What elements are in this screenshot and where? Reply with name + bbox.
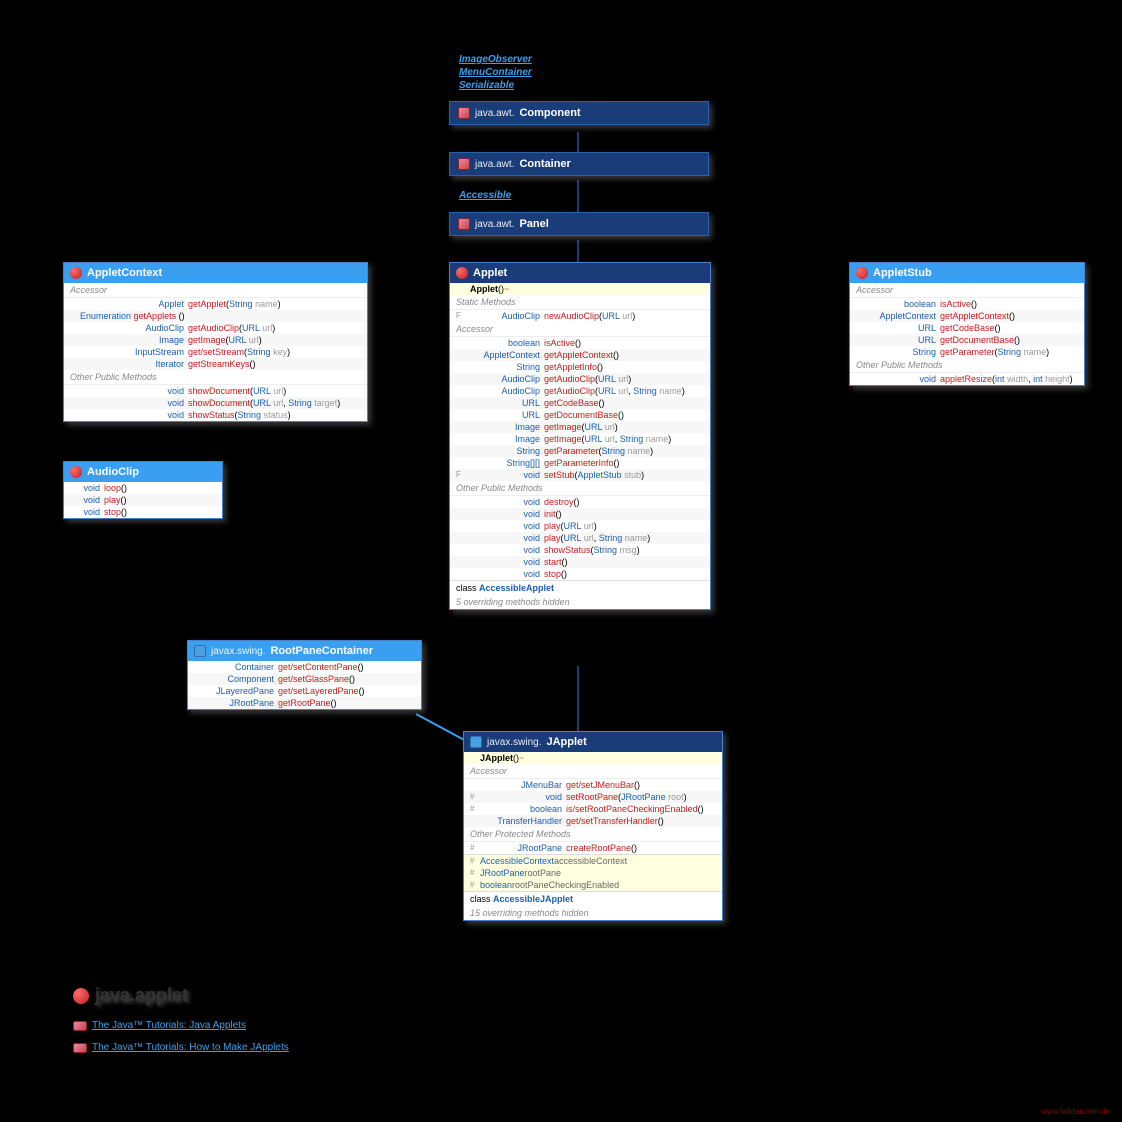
class-appletstub: AppletStub Accessor boolean isActive ()A… xyxy=(849,262,1085,386)
interface-icon xyxy=(856,267,868,279)
tutorial-link-japplets[interactable]: The Java™ Tutorials: How to Make JApplet… xyxy=(73,1042,289,1053)
class-icon xyxy=(458,107,470,119)
class-appletcontext: AppletContext Accessor Applet getApplet … xyxy=(63,262,368,422)
class-rootpanecontainer: javax.swing.RootPaneContainer Container … xyxy=(187,640,422,710)
iface-accessible: Accessible xyxy=(459,190,511,201)
package-title: java.applet xyxy=(73,985,188,1006)
class-container: java.awt.Container xyxy=(449,152,709,176)
class-applet: Applet Applet () ~ Static Methods FAudio… xyxy=(449,262,711,610)
iface-menucontainer: MenuContainer xyxy=(459,67,532,78)
interface-icon xyxy=(70,267,82,279)
class-icon xyxy=(470,736,482,748)
class-icon xyxy=(456,267,468,279)
watermark: www.falkhausen.de xyxy=(1041,1107,1110,1116)
interface-icon xyxy=(70,466,82,478)
class-japplet: javax.swing.JApplet JApplet () ~ Accesso… xyxy=(463,731,723,921)
tutorial-link-applets[interactable]: The Java™ Tutorials: Java Applets xyxy=(73,1020,246,1031)
class-icon xyxy=(458,218,470,230)
class-icon xyxy=(458,158,470,170)
iface-serializable: Serializable xyxy=(459,80,514,91)
class-component: java.awt.Component xyxy=(449,101,709,125)
class-audioclip: AudioClip void loop ()void play ()void s… xyxy=(63,461,223,519)
iface-imageobserver: ImageObserver xyxy=(459,54,532,65)
class-panel: java.awt.Panel xyxy=(449,212,709,236)
interface-icon xyxy=(194,645,206,657)
